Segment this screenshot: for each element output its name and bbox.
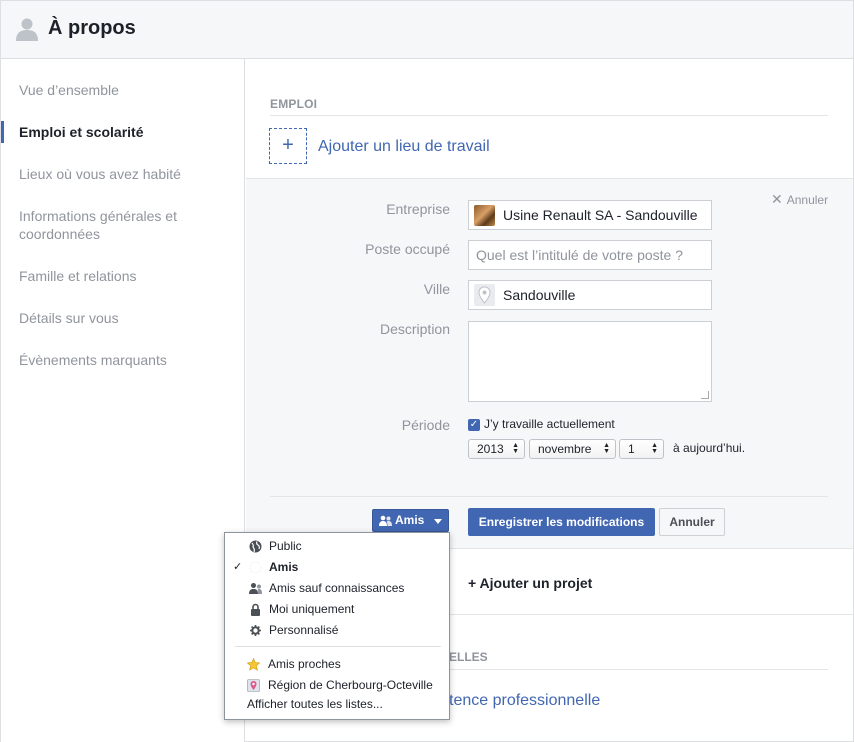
company-input[interactable]: Usine Renault SA - Sandouville — [468, 200, 712, 230]
show-all-lists-link[interactable]: Afficher toutes les listes... — [247, 697, 383, 711]
sidebar-item-places-lived[interactable]: Lieux où vous avez habité — [19, 165, 219, 183]
stepper-arrows-icon: ▲ ▼ — [651, 442, 658, 455]
currently-working-label[interactable]: J’y travaille actuellement — [484, 417, 615, 431]
save-changes-button[interactable]: Enregistrer les modifications — [468, 508, 655, 536]
close-icon: ✕ — [771, 191, 783, 207]
city-label: Ville — [423, 281, 450, 297]
cancel-button[interactable]: Annuler — [659, 508, 725, 536]
year-select[interactable]: 2013 ▲ ▼ — [468, 439, 525, 459]
sidebar-item-family[interactable]: Famille et relations — [19, 267, 219, 285]
company-thumbnail — [474, 205, 495, 226]
lock-icon — [251, 603, 260, 616]
privacy-option-custom[interactable]: Personnalisé — [225, 620, 449, 641]
divider — [270, 496, 828, 497]
privacy-option-public[interactable]: Public — [225, 536, 449, 557]
sidebar-item-details[interactable]: Détails sur vous — [19, 309, 219, 327]
city-input[interactable]: Sandouville — [468, 280, 712, 310]
location-pin-icon — [474, 284, 495, 306]
page-title: À propos — [48, 17, 136, 39]
globe-icon — [249, 540, 262, 553]
month-select[interactable]: novembre ▲ ▼ — [529, 439, 616, 459]
privacy-list-region[interactable]: Région de Cherbourg-Octeville — [225, 675, 449, 696]
privacy-dropdown-menu: Public ✓ Amis Amis sauf connaissances Mo… — [224, 532, 450, 720]
star-icon — [247, 658, 260, 671]
stepper-arrows-icon: ▲ ▼ — [603, 442, 610, 455]
cancel-edit-link[interactable]: ✕ Annuler — [771, 191, 828, 208]
active-indicator — [1, 121, 4, 143]
stepper-arrows-icon: ▲ ▼ — [512, 442, 519, 455]
friends-icon — [379, 515, 392, 526]
privacy-option-friends-except[interactable]: Amis sauf connaissances — [225, 578, 449, 599]
position-placeholder: Quel est l’intitulé de votre poste ? — [476, 247, 684, 263]
period-label: Période — [401, 417, 450, 433]
day-select[interactable]: 1 ▲ ▼ — [619, 439, 664, 459]
divider — [270, 115, 828, 116]
sidebar-item-overview[interactable]: Vue d’ensemble — [19, 81, 219, 99]
company-value: Usine Renault SA - Sandouville — [503, 207, 698, 223]
person-icon — [16, 18, 38, 41]
add-project-link[interactable]: + Ajouter un projet — [468, 575, 592, 591]
sidebar-item-contact-info[interactable]: Informations générales et coordonnées — [19, 207, 219, 243]
sidebar-nav: Vue d’ensemble Emploi et scolarité Lieux… — [1, 59, 245, 742]
caret-down-icon — [434, 519, 442, 524]
position-input[interactable]: Quel est l’intitulé de votre poste ? — [468, 240, 712, 270]
privacy-list-close-friends[interactable]: Amis proches — [225, 654, 449, 675]
menu-separator — [235, 646, 441, 647]
position-label: Poste occupé — [365, 241, 450, 257]
sidebar-item-life-events[interactable]: Évènements marquants — [19, 351, 219, 369]
add-workplace-plus-icon[interactable]: + — [269, 128, 307, 164]
work-edit-form: ✕ Annuler Entreprise Usine Renault SA - S… — [246, 178, 853, 549]
about-page: À propos Vue d’ensemble Emploi et scolar… — [0, 0, 854, 742]
privacy-option-friends[interactable]: ✓ Amis — [225, 557, 449, 578]
privacy-selector-button[interactable]: Amis — [372, 509, 449, 532]
add-professional-skill-link[interactable]: tence professionnelle — [449, 692, 600, 710]
to-today-text: à aujourd’hui. — [673, 441, 746, 455]
privacy-option-only-me[interactable]: Moi uniquement — [225, 599, 449, 620]
section-label-partial: ELLES — [449, 650, 488, 664]
page-header: À propos — [1, 1, 853, 59]
gear-icon — [250, 625, 261, 636]
location-pin-icon — [247, 679, 260, 692]
section-label-emploi: EMPLOI — [270, 97, 318, 111]
currently-working-checkbox[interactable]: ✓ — [468, 419, 480, 431]
company-label: Entreprise — [386, 201, 450, 217]
friends-except-icon — [249, 583, 262, 594]
description-label: Description — [379, 321, 450, 337]
city-value: Sandouville — [503, 287, 576, 303]
description-textarea[interactable] — [468, 321, 712, 402]
resize-handle[interactable] — [701, 391, 709, 399]
add-workplace-link[interactable]: Ajouter un lieu de travail — [318, 138, 490, 156]
friends-icon — [249, 561, 262, 574]
check-icon: ✓ — [233, 561, 243, 573]
sidebar-item-work-education[interactable]: Emploi et scolarité — [19, 123, 219, 141]
